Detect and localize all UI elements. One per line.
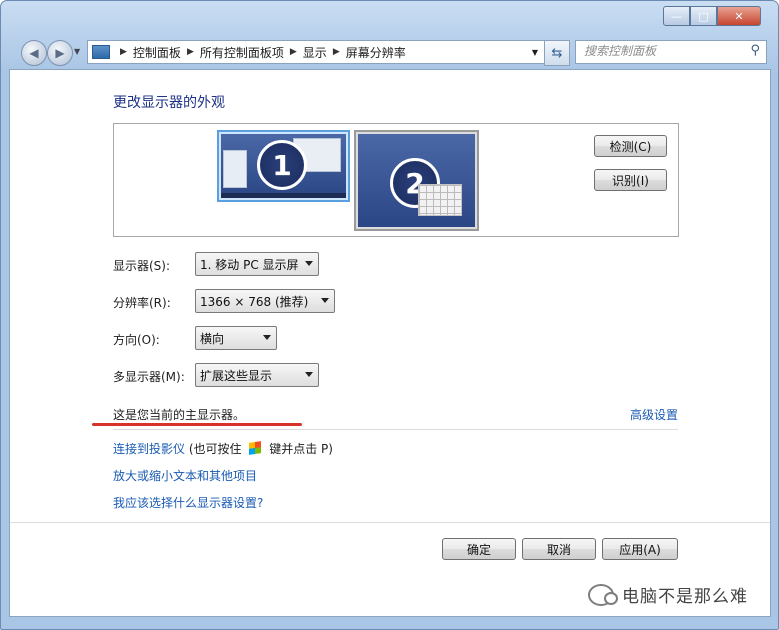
main-content: 更改显示器的外观 1 2 检测(C) 识别(I) 显示器(S): 1. 移动 P…	[9, 69, 771, 617]
watermark: 电脑不是那么难	[588, 582, 748, 607]
chevron-down-icon	[305, 372, 313, 377]
orientation-select-value: 横向	[200, 331, 225, 346]
monitor-1[interactable]: 1	[217, 130, 350, 202]
projector-row: 连接到投影仪 (也可按住 键并点击 P)	[113, 440, 333, 457]
orientation-select[interactable]: 横向	[195, 326, 277, 350]
maximize-button[interactable]: □	[690, 6, 717, 26]
breadcrumb-chevron-icon[interactable]: ▶	[187, 47, 194, 57]
breadcrumb-screen-resolution[interactable]: 屏幕分辨率	[346, 44, 406, 61]
breadcrumb-chevron-icon[interactable]: ▶	[120, 47, 127, 57]
orientation-label: 方向(O):	[113, 333, 160, 347]
ok-button[interactable]: 确定	[442, 538, 516, 560]
search-input[interactable]	[576, 41, 734, 61]
primary-display-status: 这是您当前的主显示器。	[113, 408, 246, 422]
breadcrumb-chevron-icon[interactable]: ▶	[290, 47, 297, 57]
display-select-value: 1. 移动 PC 显示屏	[200, 257, 299, 272]
back-arrow-icon: ◀	[29, 46, 39, 60]
search-icon[interactable]: ⚲	[750, 43, 760, 58]
search-box: ⚲	[575, 40, 767, 64]
back-button[interactable]: ◀	[21, 40, 47, 66]
monitor-2[interactable]: 2	[354, 130, 479, 231]
footer-divider	[10, 522, 770, 523]
page-title: 更改显示器的外观	[113, 95, 225, 111]
forward-arrow-icon: ▶	[55, 46, 65, 60]
annotation-underline	[92, 423, 302, 426]
window-controls: — □ ✕	[663, 6, 761, 26]
wechat-icon	[588, 583, 618, 606]
refresh-icon: ⇆	[551, 45, 563, 61]
advanced-settings-link[interactable]: 高级设置	[630, 406, 678, 423]
identify-button[interactable]: 识别(I)	[594, 169, 667, 191]
watermark-text: 电脑不是那么难	[622, 587, 748, 607]
detect-button[interactable]: 检测(C)	[594, 135, 667, 157]
navigation-bar: ◀ ▶ ▼ ▶ 控制面板 ▶ 所有控制面板项 ▶ 显示 ▶ 屏幕分辨率 ▼ ⇆ ⚲	[1, 37, 778, 67]
calendar-gadget-icon	[418, 184, 462, 216]
recent-pages-dropdown-icon[interactable]: ▼	[74, 47, 80, 56]
projector-hint-prefix: (也可按住	[188, 442, 242, 456]
which-settings-link[interactable]: 我应该选择什么显示器设置?	[113, 494, 263, 511]
resolution-select-value: 1366 × 768 (推荐)	[200, 294, 309, 309]
minimize-button[interactable]: —	[663, 6, 690, 26]
monitor-preview-area: 1 2 检测(C) 识别(I)	[113, 123, 679, 237]
chevron-down-icon	[321, 298, 329, 303]
multiple-displays-select[interactable]: 扩展这些显示	[195, 363, 319, 387]
breadcrumb-control-panel[interactable]: 控制面板	[133, 44, 181, 61]
chevron-down-icon	[305, 261, 313, 266]
resolution-select[interactable]: 1366 × 768 (推荐)	[195, 289, 335, 313]
address-dropdown-icon[interactable]: ▼	[532, 48, 538, 57]
control-panel-icon	[92, 45, 110, 59]
control-panel-window: — □ ✕ ◀ ▶ ▼ ▶ 控制面板 ▶ 所有控制面板项 ▶ 显示 ▶ 屏幕分辨率 ▼ …	[0, 0, 779, 630]
projector-hint-suffix: 键并点击 P)	[269, 442, 333, 456]
multiple-displays-label: 多显示器(M):	[113, 370, 185, 384]
cancel-button[interactable]: 取消	[522, 538, 596, 560]
breadcrumb-chevron-icon[interactable]: ▶	[333, 47, 340, 57]
display-select[interactable]: 1. 移动 PC 显示屏	[195, 252, 319, 276]
monitor-1-number: 1	[257, 140, 307, 190]
desktop-window-thumbnail	[223, 150, 247, 188]
address-bar[interactable]: ▶ 控制面板 ▶ 所有控制面板项 ▶ 显示 ▶ 屏幕分辨率 ▼	[87, 40, 545, 64]
windows-key-icon	[249, 441, 262, 455]
apply-button[interactable]: 应用(A)	[602, 538, 678, 560]
divider	[113, 429, 678, 430]
close-button[interactable]: ✕	[717, 6, 761, 26]
connect-projector-link[interactable]: 连接到投影仪	[113, 442, 185, 456]
forward-button[interactable]: ▶	[47, 40, 73, 66]
resolution-label: 分辨率(R):	[113, 296, 171, 310]
breadcrumb-all-items[interactable]: 所有控制面板项	[200, 44, 284, 61]
refresh-button[interactable]: ⇆	[544, 40, 570, 66]
display-label: 显示器(S):	[113, 259, 171, 273]
text-size-link[interactable]: 放大或缩小文本和其他项目	[113, 467, 257, 484]
multiple-displays-select-value: 扩展这些显示	[200, 368, 273, 383]
breadcrumb-display[interactable]: 显示	[303, 44, 327, 61]
taskbar-thumbnail	[221, 193, 346, 198]
chevron-down-icon	[263, 335, 271, 340]
